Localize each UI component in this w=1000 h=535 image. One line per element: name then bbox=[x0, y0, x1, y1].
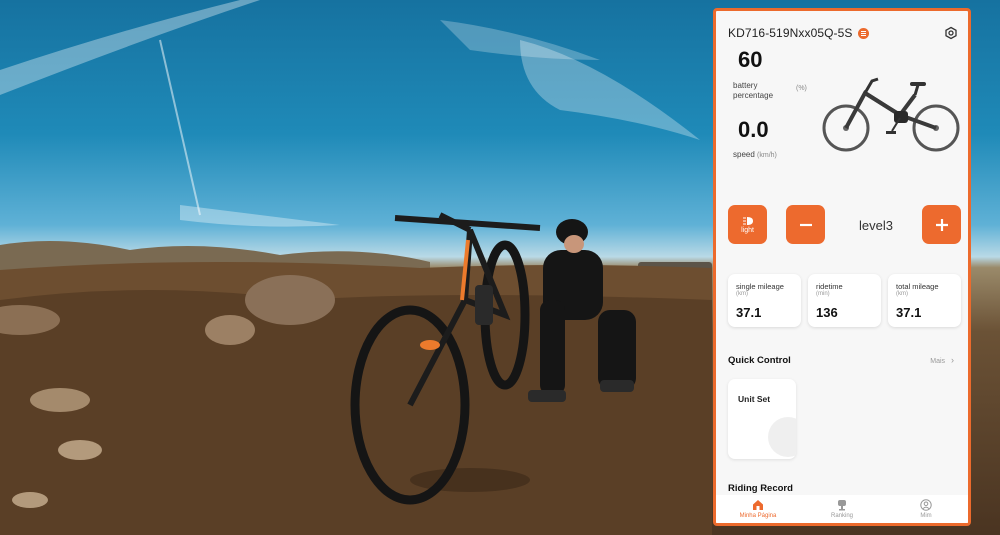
tab-label: Minha Página bbox=[739, 513, 777, 519]
ridetime-card[interactable]: ridetime (min) 136 bbox=[808, 274, 881, 327]
tab-label: Ranking bbox=[830, 513, 853, 519]
headlight-icon bbox=[742, 216, 753, 225]
decrease-level-button[interactable] bbox=[786, 205, 825, 244]
trophy-icon bbox=[838, 500, 846, 511]
riding-record-title: Riding Record bbox=[728, 483, 793, 494]
light-label: light bbox=[741, 226, 754, 234]
tab-profile[interactable]: Mim bbox=[884, 495, 968, 523]
minus-icon bbox=[799, 223, 812, 226]
user-icon bbox=[920, 499, 932, 511]
ebike-image bbox=[822, 77, 960, 152]
home-icon bbox=[753, 500, 763, 510]
quick-control-more-link[interactable]: Mais › bbox=[930, 355, 954, 365]
device-name[interactable]: KD716-519Nxx05Q-5S bbox=[728, 26, 853, 40]
top-bar: KD716-519Nxx05Q-5S bbox=[728, 23, 958, 43]
total-mileage-card[interactable]: total mileage (km) 37.1 bbox=[888, 274, 961, 327]
card-unit: (min) bbox=[816, 291, 830, 297]
tab-ranking[interactable]: Ranking bbox=[800, 495, 884, 523]
light-button[interactable]: light bbox=[728, 205, 767, 244]
card-label: total mileage bbox=[896, 282, 939, 291]
card-value: 136 bbox=[816, 305, 838, 320]
card-label: ridetime bbox=[816, 282, 843, 291]
card-unit: (km) bbox=[896, 291, 908, 297]
assist-level: level3 bbox=[859, 218, 893, 233]
tab-home[interactable]: Minha Página bbox=[716, 495, 800, 523]
quick-control-title: Quick Control bbox=[728, 355, 791, 366]
plus-icon bbox=[935, 218, 948, 231]
card-unit: (km) bbox=[736, 291, 748, 297]
increase-level-button[interactable] bbox=[922, 205, 961, 244]
gear-icon[interactable] bbox=[944, 26, 958, 40]
unit-set-card[interactable]: Unit Set bbox=[728, 379, 796, 459]
card-value: 37.1 bbox=[896, 305, 922, 320]
card-label: single mileage bbox=[736, 282, 784, 291]
unit-set-icon bbox=[768, 417, 796, 457]
single-mileage-card[interactable]: single mileage (km) 37.1 bbox=[728, 274, 801, 327]
unit-set-label: Unit Set bbox=[738, 394, 771, 404]
speed-value: 0.0 bbox=[738, 117, 769, 142]
battery-unit: (%) bbox=[796, 85, 807, 92]
device-menu-icon[interactable] bbox=[857, 27, 869, 39]
bottom-tab-bar: Minha Página Ranking Mim bbox=[716, 495, 968, 523]
app-panel: KD716-519Nxx05Q-5S 60 battery percentage… bbox=[713, 8, 971, 526]
speed-label: speed (km/h) bbox=[733, 150, 777, 159]
battery-value: 60 bbox=[738, 47, 763, 72]
battery-label: battery percentage bbox=[733, 81, 774, 100]
tab-label: Mim bbox=[920, 513, 932, 519]
chevron-right-icon: › bbox=[951, 355, 954, 365]
card-value: 37.1 bbox=[736, 305, 762, 320]
